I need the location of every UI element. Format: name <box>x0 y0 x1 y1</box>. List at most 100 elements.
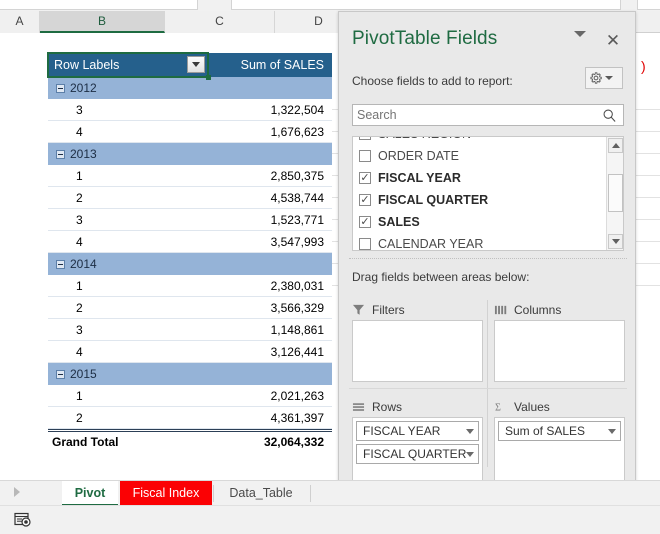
search-input[interactable] <box>353 106 593 124</box>
field-list-scrollbar[interactable] <box>606 137 623 250</box>
pivot-row-group[interactable]: 2015 <box>48 363 332 385</box>
pivot-row-detail[interactable]: 2 4,361,397 <box>48 407 332 429</box>
column-header-b[interactable]: B <box>40 11 165 33</box>
collapse-minus-icon[interactable] <box>56 259 65 269</box>
gear-dropdown-icon[interactable] <box>605 76 613 80</box>
pivot-row-label: 4 <box>76 234 83 249</box>
collapse-minus-icon[interactable] <box>56 369 65 379</box>
scroll-up-icon[interactable] <box>608 138 623 153</box>
zone-divider-vertical <box>487 300 488 467</box>
panel-title: PivotTable Fields <box>352 28 498 49</box>
svg-text:Σ: Σ <box>495 402 501 412</box>
pivot-row-label: 3 <box>76 212 83 227</box>
scroll-down-icon[interactable] <box>608 234 623 249</box>
pivot-row-detail[interactable]: 4 3,547,993 <box>48 231 332 253</box>
pivot-row-label: 2013 <box>48 143 208 165</box>
search-box[interactable] <box>352 104 624 126</box>
pivot-row-label: 2 <box>76 410 83 425</box>
pivot-row-detail[interactable]: 4 1,676,623 <box>48 121 332 143</box>
pivot-row-detail[interactable]: 1 2,380,031 <box>48 275 332 297</box>
value-header-cell[interactable]: Sum of SALES <box>208 53 332 77</box>
gear-icon <box>589 71 603 85</box>
sheet-tab-fiscal-index[interactable]: Fiscal Index <box>120 481 212 506</box>
formula-extra[interactable] <box>637 0 660 10</box>
column-header-a[interactable]: A <box>0 11 40 33</box>
field-list-items: SALES REGION ORDER DATE FISCAL YEAR FISCAL … <box>353 137 605 250</box>
pill-dropdown-icon[interactable] <box>608 428 616 434</box>
filters-zone-body[interactable] <box>352 320 483 382</box>
pivot-row-label: 1 <box>76 388 83 403</box>
pivot-group-label: 2015 <box>70 367 97 381</box>
field-list-options-button[interactable] <box>585 67 623 89</box>
field-checkbox[interactable] <box>359 172 371 184</box>
field-list-item[interactable]: FISCAL QUARTER <box>353 189 605 211</box>
pivot-row-value <box>208 363 332 385</box>
field-checkbox[interactable] <box>359 216 371 228</box>
pivot-row-total[interactable]: Grand Total 32,064,332 <box>48 429 332 452</box>
pivot-row-group[interactable]: 2012 <box>48 77 332 99</box>
field-list-item[interactable]: SALES REGION <box>353 137 605 145</box>
formula-input[interactable] <box>231 0 621 10</box>
field-label: FISCAL QUARTER <box>378 193 489 207</box>
field-checkbox[interactable] <box>359 150 371 162</box>
zone-divider-horizontal <box>349 388 627 389</box>
collapse-minus-icon[interactable] <box>56 83 65 93</box>
collapse-minus-icon[interactable] <box>56 149 65 159</box>
pivot-row-value: 3,547,993 <box>270 234 324 249</box>
zone-field-label: Sum of SALES <box>505 424 586 438</box>
columns-zone-header: Columns <box>494 300 625 320</box>
row-labels-cell[interactable]: Row Labels <box>47 52 211 80</box>
pivot-row-detail[interactable]: 3 1,322,504 <box>48 99 332 121</box>
pivot-row-value: 32,064,332 <box>263 435 324 449</box>
rows-zone[interactable]: Rows FISCAL YEAR FISCAL QUARTER <box>352 397 483 487</box>
field-list-item[interactable]: CALENDAR YEAR <box>353 233 605 250</box>
pivot-row-detail[interactable]: 2 3,566,329 <box>48 297 332 319</box>
excel-window: A B C D ) Row Labels Sum of SALES 2012 3 1 <box>0 0 660 534</box>
zone-field-pill[interactable]: FISCAL YEAR <box>356 421 479 441</box>
field-checkbox[interactable] <box>359 194 371 206</box>
row-labels-filter-icon[interactable] <box>187 56 205 73</box>
zone-field-pill[interactable]: Sum of SALES <box>498 421 621 441</box>
name-box[interactable] <box>0 0 198 10</box>
choose-fields-label: Choose fields to add to report: <box>352 74 513 88</box>
sheet-tab-data-table[interactable]: Data_Table <box>216 481 306 506</box>
pivot-row-detail[interactable]: 1 2,850,375 <box>48 165 332 187</box>
pivot-row-group[interactable]: 2014 <box>48 253 332 275</box>
column-header-c[interactable]: C <box>165 11 275 33</box>
rows-zone-body[interactable]: FISCAL YEAR FISCAL QUARTER <box>352 417 483 487</box>
sheet-tab-pivot[interactable]: Pivot <box>62 481 118 506</box>
pivot-row-detail[interactable]: 4 3,126,441 <box>48 341 332 363</box>
pill-dropdown-icon[interactable] <box>466 451 475 457</box>
scrollbar-thumb[interactable] <box>608 174 623 212</box>
field-list-item[interactable]: FISCAL YEAR <box>353 167 605 189</box>
pivot-row-label: 2012 <box>48 77 208 99</box>
field-checkbox[interactable] <box>359 137 371 140</box>
pivot-row-detail[interactable]: 3 1,148,861 <box>48 319 332 341</box>
values-zone[interactable]: Σ Values Sum of SALES <box>494 397 625 487</box>
field-list-item[interactable]: SALES <box>353 211 605 233</box>
close-icon[interactable]: ✕ <box>604 32 622 50</box>
field-checkbox[interactable] <box>359 238 371 250</box>
zone-field-pill[interactable]: FISCAL QUARTER <box>356 444 479 464</box>
field-list-item[interactable]: ORDER DATE <box>353 145 605 167</box>
selection-handle[interactable] <box>206 75 211 80</box>
pill-dropdown-icon[interactable] <box>466 428 474 434</box>
filters-zone[interactable]: Filters <box>352 300 483 382</box>
macro-record-icon[interactable] <box>14 512 32 528</box>
pivot-row-detail[interactable]: 3 1,523,771 <box>48 209 332 231</box>
pivot-row-label: 2 <box>76 190 83 205</box>
columns-zone-body[interactable] <box>494 320 625 382</box>
field-list[interactable]: SALES REGION ORDER DATE FISCAL YEAR FISCAL … <box>352 136 624 251</box>
pivot-row-detail[interactable]: 1 2,021,263 <box>48 385 332 407</box>
values-zone-body[interactable]: Sum of SALES <box>494 417 625 487</box>
pivot-row-value <box>208 253 332 275</box>
pivot-row-group[interactable]: 2013 <box>48 143 332 165</box>
pivot-row-value: 2,380,031 <box>270 278 324 293</box>
pivot-row-detail[interactable]: 2 4,538,744 <box>48 187 332 209</box>
columns-zone[interactable]: Columns <box>494 300 625 382</box>
pivot-row-label: Grand Total <box>52 435 119 449</box>
pivot-row-label: 4 <box>76 344 83 359</box>
pivot-row-label: 3 <box>76 102 83 117</box>
chevron-down-icon[interactable] <box>574 31 588 51</box>
tab-scroll-right-icon[interactable] <box>14 487 20 497</box>
